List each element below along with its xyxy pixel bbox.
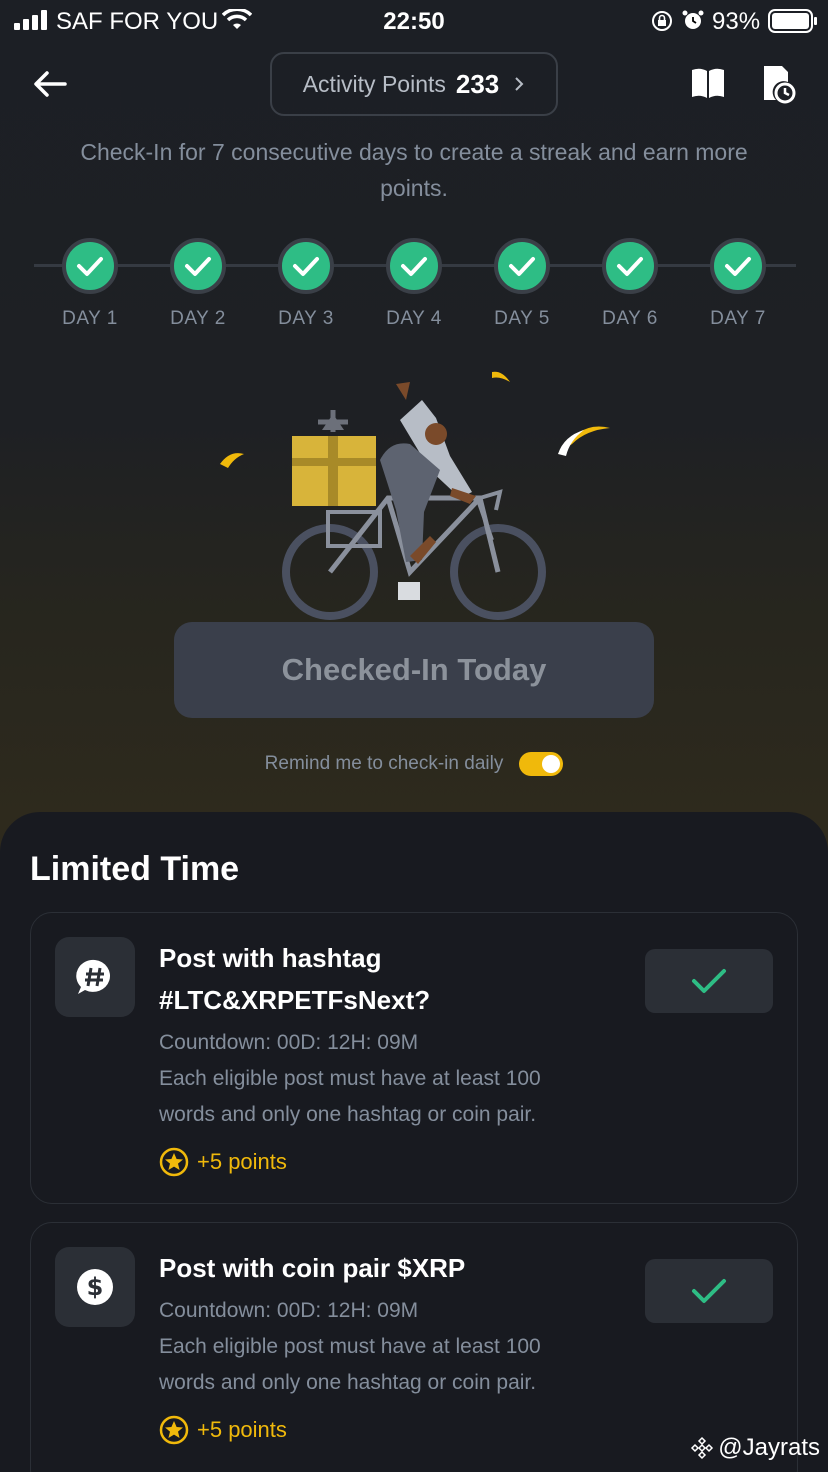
checkmark-icon [725,257,751,276]
activity-points-label: Activity Points [302,70,446,97]
alarm-icon [682,10,704,29]
streak-day: DAY 7 [688,238,788,330]
day-label: DAY 6 [602,308,658,329]
day-label: DAY 5 [494,308,550,329]
day-label: DAY 2 [170,308,226,329]
task-description: Each eligible post must have at least 10… [159,1067,541,1090]
task-title: Post with coin pair $XRP [159,1253,466,1283]
battery-icon [768,9,817,33]
hashtag-chat-icon [76,959,111,994]
watermark: @Jayrats [690,1434,820,1462]
streak-day: DAY 3 [256,238,356,330]
chevron-right-icon [515,77,524,91]
task-body: Post with hashtag #LTC&XRPETFsNext? Coun… [159,937,629,1177]
remind-row: Remind me to check-in daily [0,752,828,776]
day-label: DAY 1 [62,308,118,329]
reward-points: +5 points [197,1417,287,1442]
task-completed-button[interactable] [645,949,773,1013]
day-checked-circle [494,238,550,294]
back-button[interactable] [28,62,72,106]
carrier-name: SAF FOR YOU [56,8,219,35]
streak-day: DAY 4 [364,238,464,330]
task-icon-container: $ [55,1247,135,1327]
task-title: Post with hashtag [159,943,382,973]
checkmark-icon [293,257,319,276]
day-checked-circle [386,238,442,294]
streak-description: Check-In for 7 consecutive days to creat… [80,139,748,201]
streak-day: DAY 1 [40,238,140,330]
day-checked-circle [602,238,658,294]
section-title: Limited Time [30,850,240,888]
checkmark-icon [77,257,103,276]
task-reward: +5 points [159,1147,629,1177]
checkmark-icon [617,257,643,276]
star-coin-icon [159,1147,189,1177]
status-bar: SAF FOR YOU 22:50 93% [0,0,828,44]
day-label: DAY 3 [278,308,334,329]
arrow-left-icon [34,71,67,97]
cellular-signal-icon [14,10,47,30]
task-card-coin-pair: $ Post with coin pair $XRP Countdown: 00… [30,1222,798,1472]
task-countdown: Countdown: 00D: 12H: 09M [159,1299,419,1322]
book-icon[interactable] [690,66,726,100]
day-checked-circle [170,238,226,294]
checkmark-icon [185,257,211,276]
checkmark-icon [692,1279,726,1303]
battery-percent: 93% [712,8,761,35]
task-card-hashtag: Post with hashtag #LTC&XRPETFsNext? Coun… [30,912,798,1204]
task-countdown: Countdown: 00D: 12H: 09M [159,1031,419,1054]
watermark-text: @Jayrats [718,1434,820,1461]
task-description: words and only one hashtag or coin pair. [159,1103,537,1126]
checkmark-icon [509,257,535,276]
rotation-lock-icon [652,11,672,31]
streak-day: DAY 2 [148,238,248,330]
task-reward: +5 points [159,1415,629,1445]
task-icon-container [55,937,135,1017]
remind-label: Remind me to check-in daily [264,753,504,774]
reward-points: +5 points [197,1149,287,1174]
streak-day: DAY 5 [472,238,572,330]
remind-toggle[interactable] [519,752,564,776]
day-checked-circle [278,238,334,294]
wifi-icon [222,9,252,29]
day-checked-circle [62,238,118,294]
day-label: DAY 4 [386,308,442,329]
history-icon[interactable] [760,64,796,104]
day-checked-circle [710,238,766,294]
task-title-hashtag: #LTC&XRPETFsNext? [159,985,431,1015]
checkmark-icon [692,969,726,993]
activity-points-value: 233 [455,68,500,99]
checked-in-today-button[interactable]: Checked-In Today [174,622,654,718]
task-description: words and only one hashtag or coin pair. [159,1371,537,1394]
star-coin-icon [159,1415,189,1445]
task-completed-button[interactable] [645,1259,773,1323]
activity-points-button[interactable]: Activity Points 233 [270,52,558,116]
task-description: Each eligible post must have at least 10… [159,1335,541,1358]
streak-day: DAY 6 [580,238,680,330]
svg-text:$: $ [87,1273,104,1301]
dollar-coin-icon: $ [77,1269,113,1305]
binance-square-icon [691,1436,714,1460]
task-body: Post with coin pair $XRP Countdown: 00D:… [159,1247,629,1445]
toggle-knob [542,755,561,773]
cyclist-gift-illustration [220,371,610,620]
checkmark-icon [401,257,427,276]
day-label: DAY 7 [710,308,766,329]
